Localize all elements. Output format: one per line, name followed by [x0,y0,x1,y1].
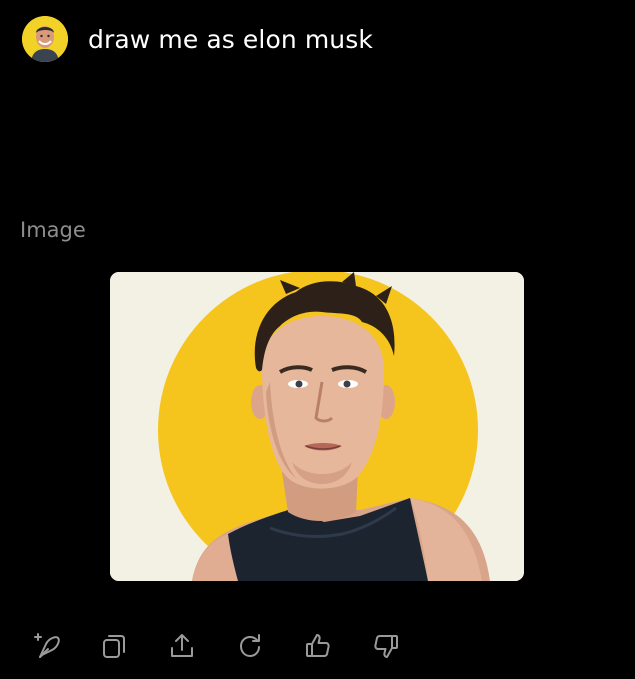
prompt-text: draw me as elon musk [88,24,373,54]
thumbs-down-icon [374,635,398,658]
edit-sparkle-icon [34,633,60,658]
user-avatar[interactable] [22,16,68,62]
regenerate-icon [239,634,260,658]
share-icon [171,634,193,657]
copy-button[interactable] [96,628,132,664]
thumbs-down-button[interactable] [368,628,404,664]
generated-image[interactable] [110,272,524,581]
thumbs-up-button[interactable] [300,628,336,664]
share-button[interactable] [164,628,200,664]
chat-page: draw me as elon musk Image [0,0,635,679]
regenerate-button[interactable] [232,628,268,664]
response-actions [28,626,436,666]
user-prompt: draw me as elon musk [22,16,373,62]
image-section-label: Image [20,218,86,242]
edit-sparkle-button[interactable] [28,628,64,664]
avatar-face-icon [22,16,68,62]
generated-portrait-image [110,272,524,581]
thumbs-up-icon [306,634,330,657]
copy-icon [103,635,125,658]
